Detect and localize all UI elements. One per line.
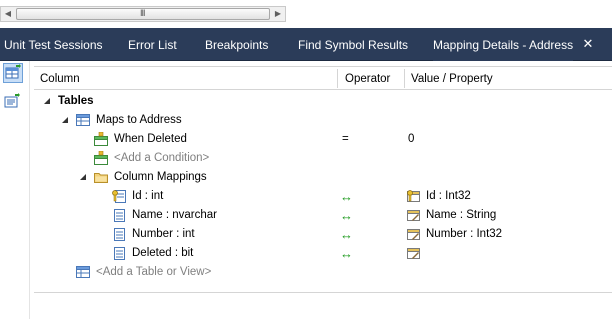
folder-icon — [94, 173, 108, 183]
grid-header: Column Operator Value / Property — [34, 66, 612, 90]
column-name: Id : int — [132, 190, 164, 202]
tool-window-tabstrip: Unit Test Sessions Error List Breakpoint… — [0, 28, 612, 61]
table-mapping-icon — [5, 64, 21, 79]
tree-row-tables[interactable]: Tables — [34, 92, 612, 111]
close-icon[interactable]: ✕ — [581, 37, 595, 51]
tables-label: Tables — [58, 95, 94, 107]
column-name: Deleted : bit — [132, 247, 194, 259]
maps-to-label: Maps to Address — [96, 114, 182, 126]
column-name: Number : int — [132, 228, 195, 240]
tab-find-symbol-results[interactable]: Find Symbol Results — [298, 28, 408, 61]
column-header[interactable]: Column — [34, 67, 339, 89]
property-icon — [407, 210, 420, 221]
map-entity-to-tables-button[interactable] — [3, 63, 23, 83]
column-name: Name : nvarchar — [132, 209, 218, 221]
value-property-header[interactable]: Value / Property — [405, 67, 605, 89]
mapping-view-toolbar — [0, 61, 30, 319]
table-icon — [76, 114, 90, 126]
add-condition-row[interactable]: <Add a Condition> — [34, 149, 612, 168]
add-table-row[interactable]: <Add a Table or View> — [34, 263, 612, 282]
key-column-icon — [112, 190, 126, 203]
tab-unit-test-sessions[interactable]: Unit Test Sessions — [4, 28, 103, 61]
function-mapping-icon — [4, 93, 20, 108]
column-mapping-row-deleted[interactable]: Deleted : bit ↔ — [34, 244, 612, 263]
tab-mapping-details[interactable]: Mapping Details - Address — [433, 28, 574, 61]
add-table-placeholder[interactable]: <Add a Table or View> — [96, 263, 211, 282]
scroll-left-arrow-icon[interactable]: ◀ — [1, 7, 15, 21]
condition-column-label: When Deleted — [114, 133, 187, 145]
scrollbar-track[interactable]: ◀ III ▶ — [0, 6, 286, 22]
property-icon — [407, 248, 420, 259]
property-name[interactable]: Name : String — [426, 206, 496, 225]
horizontal-scrollbar[interactable]: ◀ III ▶ — [0, 0, 612, 28]
tab-error-list[interactable]: Error List — [128, 28, 177, 61]
scrollbar-grip: III — [140, 8, 145, 18]
column-icon — [114, 247, 125, 260]
add-condition-placeholder[interactable]: <Add a Condition> — [114, 149, 209, 168]
column-icon — [114, 228, 125, 241]
scroll-right-arrow-icon[interactable]: ▶ — [271, 7, 285, 21]
property-icon — [407, 229, 420, 240]
column-mapping-row-number[interactable]: Number : int ↔ Number : Int32 — [34, 225, 612, 244]
collapse-arrow-icon[interactable] — [62, 117, 68, 123]
property-name[interactable]: Number : Int32 — [426, 225, 502, 244]
header-separator[interactable] — [337, 69, 338, 88]
mapping-arrow-icon: ↔ — [340, 208, 353, 223]
collapse-arrow-icon[interactable] — [80, 174, 86, 180]
condition-icon — [94, 132, 108, 146]
tab-breakpoints[interactable]: Breakpoints — [205, 28, 268, 61]
map-entity-to-functions-button[interactable] — [3, 93, 23, 113]
mapping-arrow-icon: ↔ — [340, 246, 353, 261]
tree-row-maps-to[interactable]: Maps to Address — [34, 111, 612, 130]
key-property-icon — [407, 190, 420, 202]
column-icon — [114, 209, 125, 222]
collapse-arrow-icon[interactable] — [44, 98, 50, 104]
column-mapping-row-name[interactable]: Name : nvarchar ↔ Name : String — [34, 206, 612, 225]
condition-row[interactable]: When Deleted = 0 — [34, 130, 612, 149]
grid-bottom-border — [34, 292, 612, 293]
table-icon — [76, 266, 90, 278]
scrollbar-thumb[interactable]: III — [16, 8, 270, 20]
add-condition-icon — [94, 151, 108, 165]
column-mappings-label: Column Mappings — [114, 171, 207, 183]
tree-row-column-mappings[interactable]: Column Mappings — [34, 168, 612, 187]
column-mapping-row-id[interactable]: Id : int ↔ Id : Int32 — [34, 187, 612, 206]
condition-operator[interactable]: = — [342, 130, 349, 149]
operator-header[interactable]: Operator — [339, 67, 405, 89]
mapping-arrow-icon: ↔ — [340, 227, 353, 242]
property-name[interactable]: Id : Int32 — [426, 187, 471, 206]
mapping-details-grid: Column Operator Value / Property Tables … — [34, 66, 612, 296]
mapping-arrow-icon: ↔ — [340, 189, 353, 204]
condition-value[interactable]: 0 — [408, 130, 414, 149]
